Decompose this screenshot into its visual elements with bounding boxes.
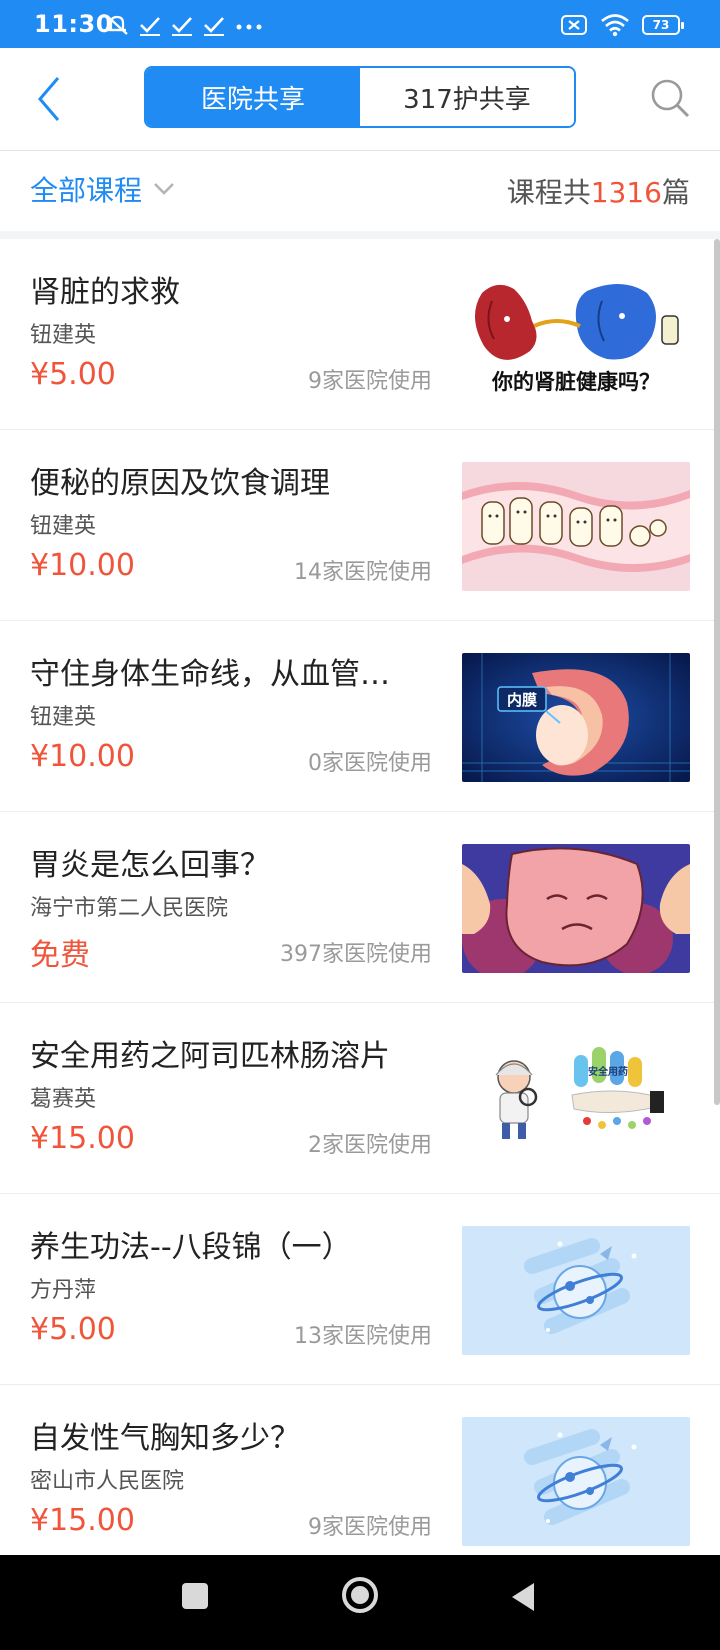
notification-muted-icon xyxy=(106,15,128,35)
course-usage: 397家医院使用 xyxy=(280,942,432,967)
course-price: ¥5.00 xyxy=(30,357,116,392)
course-count-prefix: 课程共 xyxy=(506,176,591,209)
course-usage: 13家医院使用 xyxy=(294,1324,432,1349)
course-count: 课程共 1316 篇 xyxy=(507,171,690,211)
course-thumbnail: 安全用药 xyxy=(462,1035,690,1164)
course-title: 安全用药之阿司匹林肠溶片 xyxy=(30,1039,390,1074)
tab-317-share[interactable]: 317护共享 xyxy=(360,68,574,126)
course-title: 守住身体生命线，从血管… xyxy=(30,657,390,692)
course-list: 肾脏的求救 钮建英 ¥5.00 9家医院使用 你的肾脏健康吗？ 便秘的原因及饮食… xyxy=(0,239,720,1555)
course-price: ¥5.00 xyxy=(30,1312,116,1347)
list-item[interactable]: 守住身体生命线，从血管… 钮建英 ¥10.00 0家医院使用 内膜 xyxy=(0,621,720,812)
course-usage: 2家医院使用 xyxy=(308,1133,432,1158)
section-divider xyxy=(0,231,720,239)
back-button[interactable] xyxy=(32,74,72,124)
course-usage: 9家医院使用 xyxy=(308,369,432,394)
list-item[interactable]: 胃炎是怎么回事？ 海宁市第二人民医院 免费 397家医院使用 xyxy=(0,812,720,1003)
status-left-icons xyxy=(104,12,264,38)
stomach-illustration xyxy=(462,844,690,973)
back-chevron-icon xyxy=(38,77,60,121)
system-nav-bar xyxy=(0,1555,720,1650)
battery-level: 73 xyxy=(652,18,670,32)
course-thumbnail: 内膜 xyxy=(462,653,690,782)
check-icon xyxy=(140,17,160,36)
search-icon xyxy=(651,79,690,118)
recent-apps-icon[interactable] xyxy=(180,1581,210,1611)
course-author: 方丹萍 xyxy=(30,1278,97,1303)
placeholder-planet-illustration xyxy=(462,1226,690,1355)
medicine-label: 安全用药 xyxy=(588,1065,628,1078)
course-price: ¥15.00 xyxy=(30,1121,135,1156)
course-title: 胃炎是怎么回事？ xyxy=(30,848,270,883)
check-icon xyxy=(204,17,224,36)
course-title: 便秘的原因及饮食调理 xyxy=(30,466,330,501)
course-title: 肾脏的求救 xyxy=(30,275,180,310)
course-price: ¥15.00 xyxy=(30,1503,135,1538)
course-thumbnail xyxy=(462,1417,690,1546)
list-item[interactable]: 自发性气胸知多少？ 密山市人民医院 ¥15.00 9家医院使用 xyxy=(0,1385,720,1555)
home-icon[interactable] xyxy=(340,1575,380,1615)
share-tabs: 医院共享 317护共享 xyxy=(144,66,576,128)
battery-icon: 73 xyxy=(642,15,684,35)
course-price: ¥10.00 xyxy=(30,548,135,583)
scrollbar[interactable] xyxy=(714,239,720,1105)
dropdown-label: 全部课程 xyxy=(30,174,143,207)
kidney-illustration: 你的肾脏健康吗？ xyxy=(462,271,690,400)
check-icon xyxy=(172,17,192,36)
course-price: 免费 xyxy=(30,938,90,973)
course-thumbnail xyxy=(462,844,690,973)
tab-hospital-share[interactable]: 医院共享 xyxy=(146,68,360,126)
top-bar: 医院共享 317护共享 xyxy=(0,48,720,151)
placeholder-planet-illustration xyxy=(462,1417,690,1546)
course-author: 葛赛英 xyxy=(30,1087,97,1112)
course-usage: 14家医院使用 xyxy=(294,560,432,585)
course-title: 养生功法--八段锦（一） xyxy=(30,1230,352,1265)
list-item[interactable]: 养生功法--八段锦（一） 方丹萍 ¥5.00 13家医院使用 xyxy=(0,1194,720,1385)
course-thumbnail: 你的肾脏健康吗？ xyxy=(462,271,690,400)
course-author: 钮建英 xyxy=(30,323,97,348)
intestine-illustration xyxy=(462,462,690,591)
wifi-icon xyxy=(601,14,629,37)
chevron-down-icon xyxy=(154,183,174,195)
status-bar: 11:30 73 xyxy=(0,0,720,48)
course-usage: 9家医院使用 xyxy=(308,1515,432,1540)
course-price: ¥10.00 xyxy=(30,739,135,774)
course-count-value: 1316 xyxy=(590,176,662,209)
sim-icon xyxy=(561,15,587,35)
course-author: 密山市人民医院 xyxy=(30,1469,185,1494)
course-category-dropdown[interactable]: 全部课程 xyxy=(30,169,176,209)
list-item[interactable]: 安全用药之阿司匹林肠溶片 葛赛英 ¥15.00 2家医院使用 安全用药 xyxy=(0,1003,720,1194)
course-count-suffix: 篇 xyxy=(661,176,690,209)
list-item[interactable]: 便秘的原因及饮食调理 钮建英 ¥10.00 14家医院使用 xyxy=(0,430,720,621)
list-item[interactable]: 肾脏的求救 钮建英 ¥5.00 9家医院使用 你的肾脏健康吗？ xyxy=(0,239,720,430)
filter-bar: 全部课程 课程共 1316 篇 xyxy=(0,151,720,231)
course-title: 自发性气胸知多少？ xyxy=(30,1421,300,1456)
course-author: 钮建英 xyxy=(30,514,97,539)
course-thumbnail xyxy=(462,1226,690,1355)
back-nav-icon[interactable] xyxy=(508,1581,538,1613)
status-right-icons: 73 xyxy=(560,12,684,38)
kidney-caption: 你的肾脏健康吗？ xyxy=(491,370,660,394)
blood-vessel-illustration: 内膜 xyxy=(462,653,690,782)
course-usage: 0家医院使用 xyxy=(308,751,432,776)
course-author: 海宁市第二人民医院 xyxy=(30,896,229,921)
medicine-illustration: 安全用药 xyxy=(462,1035,690,1164)
search-button[interactable] xyxy=(648,76,692,120)
vessel-label: 内膜 xyxy=(507,691,537,709)
course-thumbnail xyxy=(462,462,690,591)
more-icon xyxy=(236,24,262,30)
course-author: 钮建英 xyxy=(30,705,97,730)
status-time: 11:30 xyxy=(34,10,113,38)
